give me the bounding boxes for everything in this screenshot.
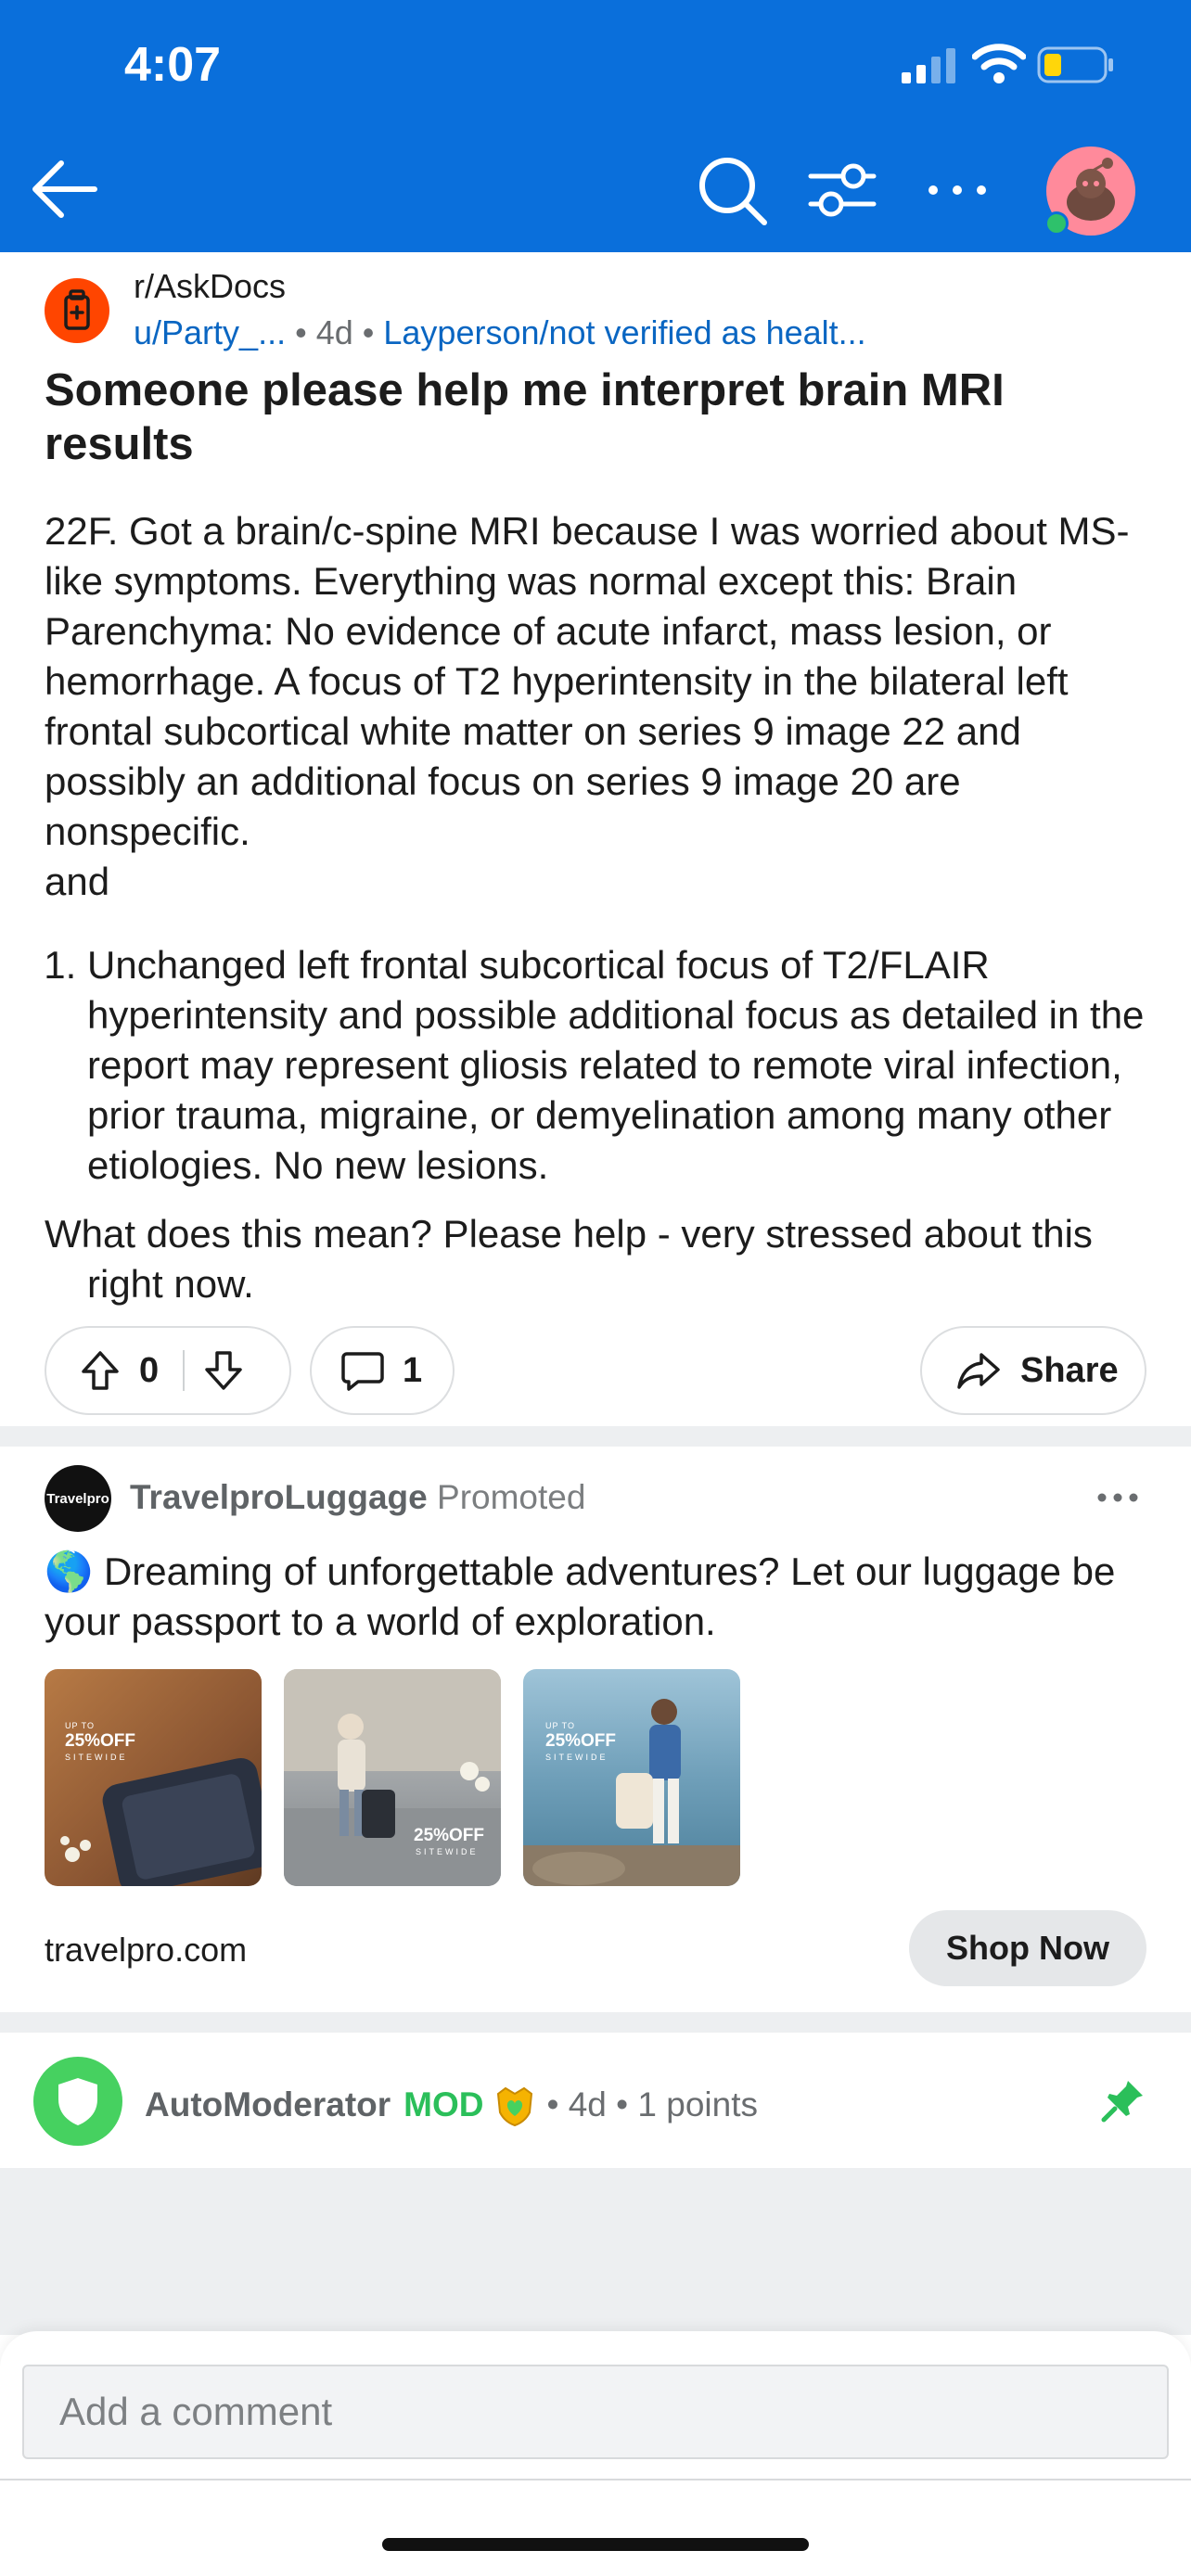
ad-badge-top: UP TO [65,1721,96,1730]
ad-image-traveler-street[interactable]: 25%OFF SITEWIDE [284,1669,501,1886]
cellular-signal-icon [902,48,955,83]
share-label: Share [1020,1350,1119,1390]
post-meta-line: u/Party_... • 4d • Layperson/not verifie… [134,313,866,352]
arrow-left-icon[interactable] [28,156,102,223]
advertiser-name[interactable]: TravelproLuggage [130,1478,428,1516]
shop-now-button[interactable]: Shop Now [909,1910,1146,1986]
section-divider [0,1426,1191,1447]
ad-domain[interactable]: travelpro.com [45,1931,247,1970]
ad-badge-main: 25%OFF [414,1826,485,1845]
battery-icon [1037,46,1113,83]
post-title: Someone please help me interpret brain M… [45,365,1005,469]
online-status-dot [1044,211,1069,236]
ad-badge-main: 25%OFF [65,1731,136,1751]
subreddit-name[interactable]: r/AskDocs [134,267,286,306]
shield-icon [58,2078,97,2125]
post-body-paragraph: 22F. Got a brain/c-spine MRI because I w… [45,509,1130,853]
search-icon[interactable] [696,154,770,228]
ad-badge-sub: SITEWIDE [65,1753,128,1762]
ad-image-traveler-beach[interactable]: UP TO 25%OFF SITEWIDE [523,1669,740,1886]
comment-icon [341,1352,384,1391]
filter-icon[interactable] [807,158,877,223]
upvote-icon[interactable] [78,1348,122,1393]
comment-meta-line: AutoModerator MOD • 4d • 1 points [145,2083,758,2127]
mod-tag: MOD [403,2085,484,2123]
composer-divider [0,2479,1191,2480]
section-divider [0,2012,1191,2033]
mod-badge-icon [497,2086,533,2127]
user-flair: Layperson/not verified as healt... [383,313,866,351]
comment-meta: • 4d • 1 points [546,2085,758,2123]
downvote-icon[interactable] [201,1348,246,1393]
share-icon [957,1353,1000,1389]
app-header: 4:07 [0,0,1191,252]
automoderator-avatar[interactable] [33,2057,122,2146]
ad-image-luggage[interactable]: UP TO 25%OFF SITEWIDE [45,1669,262,1886]
share-button[interactable]: Share [920,1326,1146,1415]
subreddit-icon[interactable] [45,278,109,343]
post-body: 22F. Got a brain/c-spine MRI because I w… [45,506,1158,1309]
ad-badge-sub: SITEWIDE [545,1753,608,1762]
ad-badge-top: UP TO [545,1721,576,1730]
vote-count: 0 [139,1350,160,1390]
comment-count: 1 [403,1350,423,1390]
more-horizontal-icon[interactable] [1095,1484,1141,1511]
home-indicator[interactable] [382,2538,809,2551]
more-horizontal-icon[interactable] [924,176,991,204]
comments-button[interactable]: 1 [310,1326,455,1415]
post-body-question: What does this mean? Please help - very … [45,1212,1093,1306]
post-age: • 4d • [295,313,375,351]
add-comment-input[interactable]: Add a comment [22,2365,1169,2459]
status-time: 4:07 [124,38,222,92]
advertiser-avatar[interactable]: Travelpro [45,1465,111,1532]
ad-text: 🌎 Dreaming of unforgettable adventures? … [45,1549,1116,1643]
post-author[interactable]: u/Party_... [134,313,286,351]
post-body-list-item: Unchanged left frontal subcortical focus… [87,940,1158,1191]
vote-pill: 0 [45,1326,291,1415]
wifi-icon [972,44,1026,83]
vote-separator [183,1350,186,1391]
ad-badge-sub: SITEWIDE [416,1847,479,1856]
ad-badge-main: 25%OFF [545,1731,617,1751]
promoted-label: Promoted [437,1478,586,1516]
post-body-list: Unchanged left frontal subcortical focus… [45,940,1158,1191]
pin-icon [1101,2081,1143,2123]
post-body-and: and [45,860,110,903]
ad-header: TravelproLuggage Promoted [130,1478,585,1517]
comments-background [0,2168,1191,2335]
comment-author[interactable]: AutoModerator [145,2085,391,2124]
